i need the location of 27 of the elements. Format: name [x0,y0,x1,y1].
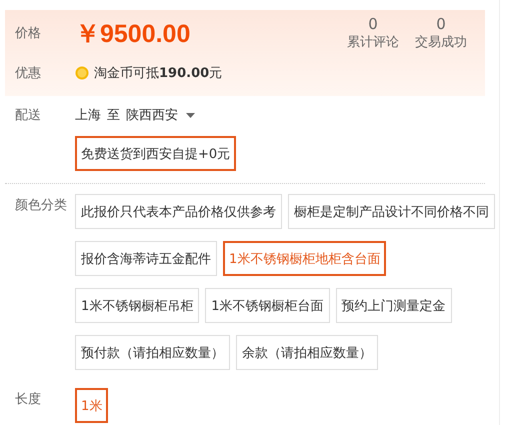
spec-option[interactable]: 报价含海蒂诗五金配件 [75,241,217,276]
price-amount: ￥9500.00 [75,18,190,50]
stat-label: 累计评论 [347,34,399,51]
delivery-option[interactable]: 免费送货到西安自提+0元 [75,136,236,171]
caret-icon [186,112,195,118]
stat-label: 交易成功 [415,34,467,51]
spec-option[interactable]: 此报价只代表本产品价格仅供参考 [75,194,282,229]
coin-icon [75,66,89,80]
price-label: 价格 [14,25,42,42]
promo-text: 淘金币可抵190.00元 [94,65,222,82]
to-text: 至 [107,107,120,124]
origin-text: 上海 [75,107,101,124]
spec-label: 颜色分类 [14,197,68,214]
promo-label: 优惠 [14,65,42,82]
spec-label: 长度 [14,391,42,408]
destination-dropdown[interactable]: 陕西西安 [126,106,195,124]
spec-option[interactable]: 1米 [75,388,108,423]
stat-value: 0 [436,15,446,33]
spec-option[interactable]: 1米不锈钢橱柜吊柜 [75,288,200,323]
spec-option[interactable]: 预约上门测量定金 [336,288,452,323]
spec-option[interactable]: 1米不锈钢橱柜台面 [205,288,330,323]
spec-option[interactable]: 橱柜是定制产品设计不同价格不同 [288,194,495,229]
spec-option[interactable]: 预付款（请拍相应数量） [75,335,230,370]
stat-value: 0 [368,15,378,33]
delivery-label: 配送 [14,107,42,124]
spec-option[interactable]: 1米不锈钢橱柜地柜含台面 [223,241,386,276]
spec-option[interactable]: 余款（请拍相应数量） [236,335,378,370]
